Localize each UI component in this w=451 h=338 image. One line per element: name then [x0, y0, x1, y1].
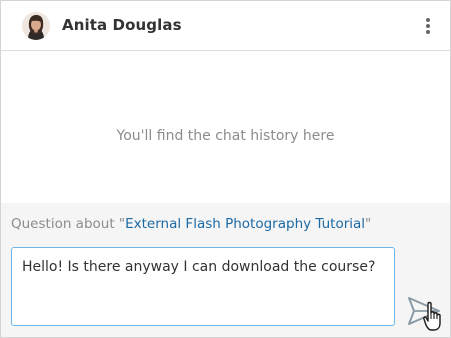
chat-header: Anita Douglas: [1, 1, 450, 51]
avatar[interactable]: [22, 12, 50, 40]
menu-dot: [426, 18, 430, 22]
kebab-menu-icon[interactable]: [418, 13, 438, 39]
menu-dot: [426, 30, 430, 34]
menu-dot: [426, 24, 430, 28]
paper-plane-icon: [408, 297, 441, 331]
message-input[interactable]: Hello! Is there anyway I can download th…: [11, 247, 395, 326]
message-composer: Question about "External Flash Photograp…: [1, 203, 450, 337]
chat-history-placeholder: You'll find the chat history here: [116, 128, 335, 144]
context-suffix: ": [365, 216, 372, 232]
question-context: Question about "External Flash Photograp…: [11, 216, 371, 232]
user-avatar-icon: [22, 12, 50, 40]
course-title-link[interactable]: External Flash Photography Tutorial: [125, 216, 365, 232]
chat-history: You'll find the chat history here: [1, 52, 450, 203]
send-button[interactable]: [405, 294, 447, 332]
contact-name: Anita Douglas: [62, 16, 182, 34]
context-prefix: Question about ": [11, 216, 126, 232]
chat-window: Anita Douglas You'll find the chat histo…: [0, 0, 451, 338]
